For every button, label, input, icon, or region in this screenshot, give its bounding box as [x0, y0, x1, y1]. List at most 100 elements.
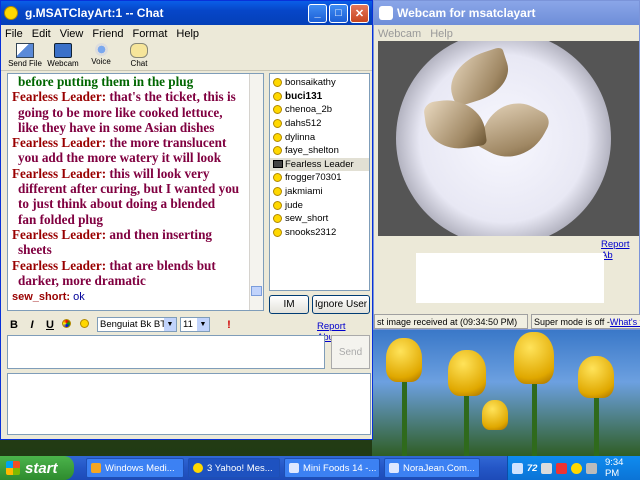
chat-message-line: Fearless Leader: that's the ticket, this…: [12, 89, 253, 104]
chat-icon: [130, 43, 148, 58]
user-name: faye_shelton: [285, 145, 339, 157]
user-list-item[interactable]: dylinna: [270, 130, 369, 144]
user-list-item[interactable]: snooks2312: [270, 226, 369, 240]
webcam-app-icon: [379, 6, 393, 20]
message-text: you add the more watery it will look: [18, 150, 222, 166]
smiley-icon: [273, 132, 282, 142]
tray-help-icon[interactable]: [512, 462, 523, 474]
chat-ad-area: [7, 373, 371, 435]
send-file-button[interactable]: Send File: [7, 42, 43, 70]
tray-network-icon[interactable]: [541, 462, 553, 474]
chat-input[interactable]: [7, 335, 325, 369]
bold-button[interactable]: B: [7, 319, 21, 331]
ignore-user-button[interactable]: Ignore User: [312, 295, 370, 314]
user-list-item[interactable]: faye_shelton: [270, 144, 369, 158]
webcam-video: [378, 41, 639, 236]
menu-friend[interactable]: Friend: [92, 28, 123, 40]
user-list-item[interactable]: frogger70301: [270, 171, 369, 185]
task-yahoo-messenger[interactable]: 3 Yahoo! Mes...: [188, 458, 280, 478]
close-button[interactable]: ✕: [350, 3, 369, 23]
voice-button[interactable]: Voice: [83, 42, 119, 70]
menu-format[interactable]: Format: [133, 28, 168, 40]
font-size-select[interactable]: 11 ▼: [180, 317, 210, 332]
message-sender[interactable]: Fearless Leader:: [12, 258, 106, 273]
webcam-report-abuse-link[interactable]: Report Ab: [601, 239, 639, 261]
im-button[interactable]: IM: [269, 295, 309, 314]
tray-antivirus-icon[interactable]: [556, 462, 568, 474]
message-text: different after curing, but I wanted you: [18, 181, 240, 197]
clock[interactable]: 9:34 PM: [605, 457, 640, 479]
chat-user-list[interactable]: bonsaikathy buci131 chenoa_2b dahs512 dylinn…: [269, 73, 370, 291]
color-palette-icon[interactable]: [61, 318, 75, 331]
send-button[interactable]: Send: [331, 335, 370, 369]
underline-button[interactable]: U: [43, 319, 57, 331]
chat-message-line: sheets: [12, 242, 253, 257]
message-sender[interactable]: Fearless Leader:: [12, 89, 106, 104]
alert-icon[interactable]: !: [222, 319, 236, 331]
menu-view[interactable]: View: [60, 28, 84, 40]
user-list-item[interactable]: jakmiami: [270, 185, 369, 199]
chat-menubar: File Edit View Friend Format Help: [1, 25, 372, 42]
message-sender[interactable]: sew_short:: [12, 291, 70, 303]
message-sender[interactable]: Fearless Leader:: [12, 227, 106, 242]
menu-edit[interactable]: Edit: [32, 28, 51, 40]
yahoo-smiley-icon: [4, 6, 18, 20]
webcam-menu-help[interactable]: Help: [430, 28, 453, 40]
italic-button[interactable]: I: [25, 319, 39, 331]
user-name: chenoa_2b: [285, 104, 333, 116]
menu-file[interactable]: File: [5, 28, 23, 40]
tray-volume-icon[interactable]: [586, 462, 597, 474]
user-list-item[interactable]: sew_short: [270, 212, 369, 226]
emoticon-icon[interactable]: [79, 318, 93, 331]
chat-message-line: darker, more dramatic: [12, 273, 253, 288]
system-tray: 72 9:34 PM: [507, 456, 640, 480]
task-mini-foods[interactable]: Mini Foods 14 -...: [284, 458, 380, 478]
windows-logo-icon: [6, 461, 20, 475]
user-list-item[interactable]: jude: [270, 198, 369, 212]
user-list-item[interactable]: Fearless Leader: [270, 157, 369, 172]
tray-messenger-icon[interactable]: [571, 462, 583, 474]
user-name: jude: [285, 199, 303, 211]
browser-icon: [389, 463, 399, 473]
user-list-item[interactable]: dahs512: [270, 117, 369, 131]
tray-number[interactable]: 72: [527, 463, 538, 474]
font-select[interactable]: Benguiat Bk BT ▼: [97, 317, 177, 332]
start-button[interactable]: start: [0, 456, 74, 480]
webcam-window-title: Webcam for msatclayart: [397, 6, 536, 20]
webcam-status-right: Super mode is off - What's th: [531, 314, 640, 329]
menu-help[interactable]: Help: [176, 28, 199, 40]
task-windows-media[interactable]: Windows Medi...: [86, 458, 184, 478]
webcam-window[interactable]: Webcam for msatclayart Webcam Help Repor…: [373, 0, 640, 330]
user-name: jakmiami: [285, 186, 323, 198]
user-list-item[interactable]: chenoa_2b: [270, 103, 369, 117]
user-name: bonsaikathy: [285, 77, 336, 89]
user-name: dylinna: [285, 131, 316, 143]
webcam-titlebar[interactable]: Webcam for msatclayart: [374, 1, 639, 25]
webcam-button[interactable]: Webcam: [45, 42, 81, 70]
chat-window[interactable]: g.MSATClayArt:1 -- Chat _ □ ✕ File Edit …: [0, 0, 373, 440]
user-list-item[interactable]: buci131: [270, 90, 369, 104]
message-text: to just think about doing a blended: [18, 196, 216, 212]
chat-button[interactable]: Chat: [121, 42, 157, 70]
user-list-item[interactable]: bonsaikathy: [270, 76, 369, 90]
message-text: going to be more like cooked lettuce,: [18, 104, 223, 120]
message-sender[interactable]: Fearless Leader:: [12, 135, 106, 150]
chat-scrollbar[interactable]: [249, 74, 263, 310]
user-name: Fearless Leader: [285, 158, 354, 170]
yahoo-smiley-icon: [193, 463, 203, 473]
whats-this-link[interactable]: What's th: [610, 317, 640, 327]
minimize-button[interactable]: _: [308, 3, 327, 23]
task-norajean[interactable]: NoraJean.Com...: [384, 458, 480, 478]
user-name: frogger70301: [285, 172, 342, 184]
chat-titlebar[interactable]: g.MSATClayArt:1 -- Chat _ □ ✕: [1, 1, 372, 25]
smiley-icon: [273, 105, 282, 115]
chat-message-area[interactable]: before putting them in the plug Fearless …: [7, 73, 264, 311]
message-sender[interactable]: Fearless Leader:: [12, 166, 106, 181]
chat-message-line: Fearless Leader: the more translucent: [12, 135, 253, 150]
chat-message-line: sew_short: ok: [12, 288, 253, 305]
wallpaper-tulips: [372, 330, 640, 460]
webcam-menu-webcam[interactable]: Webcam: [378, 28, 421, 40]
smiley-icon: [273, 200, 282, 210]
maximize-button[interactable]: □: [329, 3, 348, 23]
chat-scroll-thumb[interactable]: [251, 286, 262, 296]
